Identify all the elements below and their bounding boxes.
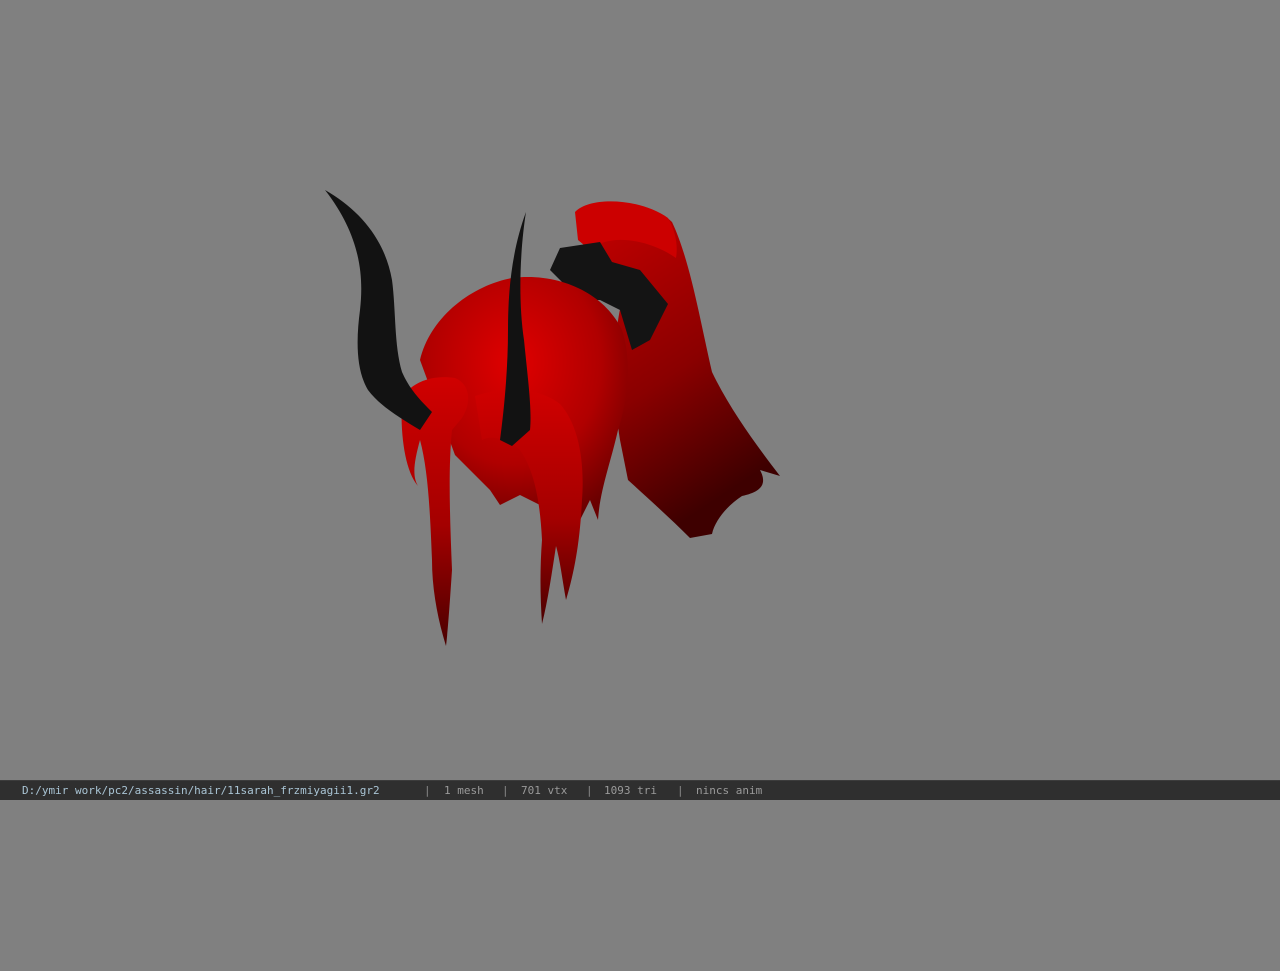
status-separator: |	[424, 784, 431, 797]
status-separator: |	[502, 784, 509, 797]
vertex-count-label: 701 vtx	[521, 784, 568, 797]
3d-viewport[interactable]	[0, 0, 1280, 780]
status-separator: |	[677, 784, 684, 797]
file-path-label: D:/ymir work/pc2/assassin/hair/11sarah_f…	[22, 784, 380, 797]
hair-model-render	[325, 190, 780, 646]
triangle-count-label: 1093 tri	[604, 784, 657, 797]
status-separator: |	[586, 784, 593, 797]
mesh-count-label: 1 mesh	[444, 784, 484, 797]
animation-status-label: nincs anim	[696, 784, 763, 797]
status-bar: D:/ymir work/pc2/assassin/hair/11sarah_f…	[0, 780, 1280, 800]
